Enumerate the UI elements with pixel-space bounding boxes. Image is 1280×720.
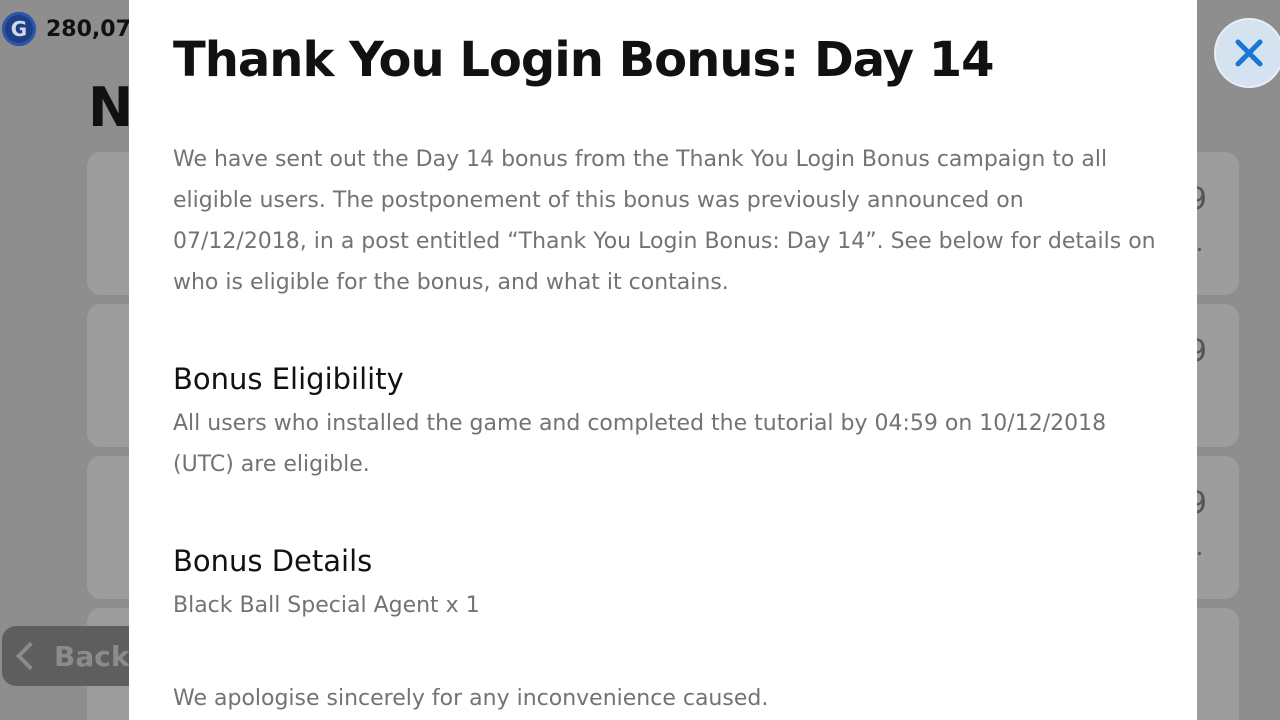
currency-g-icon: G	[2, 12, 36, 46]
details-text: Black Ball Special Agent x 1	[173, 593, 480, 618]
card-dot	[1198, 248, 1201, 251]
card-dot	[1198, 552, 1201, 555]
modal-body: We have sent out the Day 14 bonus from t…	[173, 139, 1163, 719]
currency-display: G 280,070	[2, 12, 146, 46]
intro-paragraph: We have sent out the Day 14 bonus from t…	[173, 147, 1156, 295]
chevron-left-icon	[15, 641, 45, 671]
back-label: Back	[54, 639, 130, 673]
details-heading: Bonus Details	[173, 544, 373, 578]
screen: G 280,070 N 9 9 9 Back Thank You Login B…	[0, 0, 1280, 720]
background-page-title: N	[88, 76, 134, 139]
closing-text: We apologise sincerely for any inconveni…	[173, 686, 769, 711]
eligibility-text: All users who installed the game and com…	[173, 411, 1107, 477]
close-icon	[1235, 39, 1263, 67]
eligibility-heading: Bonus Eligibility	[173, 362, 404, 396]
close-button[interactable]	[1216, 20, 1280, 86]
modal-title: Thank You Login Bonus: Day 14	[173, 32, 995, 88]
news-detail-modal: Thank You Login Bonus: Day 14 We have se…	[129, 0, 1197, 720]
